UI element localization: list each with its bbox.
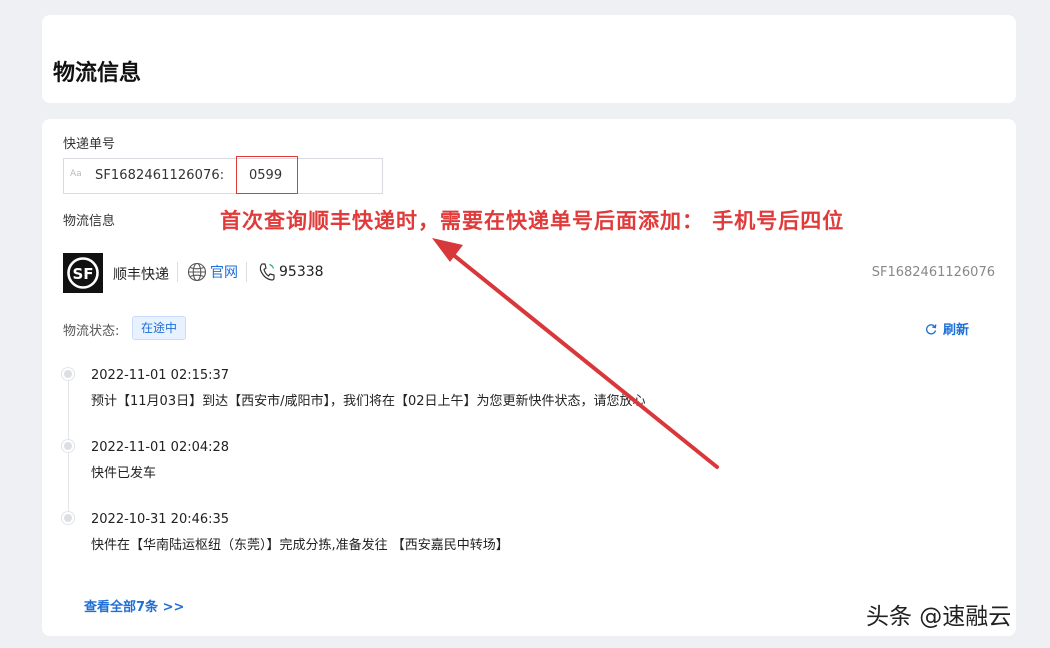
tracking-number-prefix: SF1682461126076: [95, 168, 225, 183]
logistics-card: 快递单号 Aa SF1682461126076: 0599 物流信息 SF 顺丰… [42, 119, 1016, 636]
official-site-label: 官网 [210, 265, 238, 281]
watermark: 头条 @速融云 [866, 604, 1012, 630]
carrier-row: SF 顺丰快递 官网 95338 SF1682461126076 [63, 252, 995, 294]
annotation-text: 首次查询顺丰快递时，需要在快递单号后面添加： 手机号后四位 [220, 209, 845, 233]
refresh-button[interactable]: 刷新 [925, 319, 969, 338]
refresh-icon [926, 323, 937, 334]
text-type-icon: Aa [70, 169, 82, 179]
globe-icon [187, 262, 207, 282]
logistics-section-label: 物流信息 [63, 214, 116, 229]
sf-logo-icon: SF [63, 253, 103, 293]
tracking-number-label: 快递单号 [63, 137, 116, 152]
tracking-number-input[interactable]: Aa SF1682461126076: 0599 [63, 156, 383, 194]
tracking-number-display: SF1682461126076 [871, 265, 995, 280]
event-time: 2022-10-31 20:46:35 [91, 512, 230, 527]
divider [246, 262, 247, 282]
event-description: 预计【11月03日】到达【西安市/咸阳市】，我们将在【02日上午】为您更新快件状… [91, 394, 646, 409]
refresh-label: 刷新 [943, 323, 970, 338]
svg-text:SF: SF [72, 265, 93, 283]
carrier-phone-number: 95338 [279, 264, 324, 280]
event-description: 快件在【华南陆运枢纽（东莞）】完成分拣,准备发往 【西安嘉民中转场】 [91, 538, 509, 553]
carrier-name: 顺丰快递 [113, 267, 169, 283]
divider [177, 262, 178, 282]
timeline-dot [62, 512, 74, 524]
header-card: 物流信息 [42, 15, 1016, 103]
page-title: 物流信息 [53, 61, 142, 86]
timeline-dot [62, 368, 74, 380]
event-time: 2022-11-01 02:04:28 [91, 440, 230, 455]
status-label: 物流状态: [63, 324, 120, 339]
timeline-dot [62, 440, 74, 452]
event-description: 快件已发车 [91, 466, 157, 481]
phone-suffix-highlight: 0599 [236, 156, 298, 194]
event-time: 2022-11-01 02:15:37 [91, 368, 230, 383]
official-site-link[interactable]: 官网 [187, 262, 238, 282]
carrier-phone[interactable]: 95338 [258, 262, 324, 282]
phone-icon [259, 263, 275, 281]
view-all-link[interactable]: 查看全部7条 >> [84, 596, 184, 615]
status-badge: 在途中 [132, 316, 187, 340]
